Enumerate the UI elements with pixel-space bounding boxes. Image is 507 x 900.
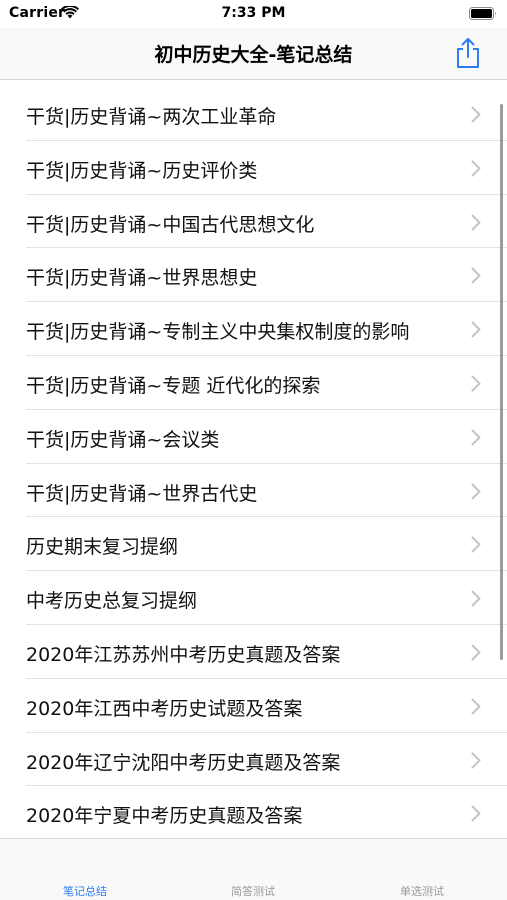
list-item[interactable]: 历史期末复习提纲 xyxy=(0,517,507,572)
chevron-right-icon xyxy=(471,752,481,769)
chevron-right-icon xyxy=(471,483,481,500)
chevron-right-icon xyxy=(471,267,481,284)
battery-icon xyxy=(469,7,496,20)
app-screen: Carrier 7:33 PM 初中历史大全-笔记总结 干货|历史背诵~两次工业… xyxy=(0,0,507,900)
list-item-label: 干货|历史背诵~专制主义中央集权制度的影响 xyxy=(26,321,410,344)
list-item[interactable]: 干货|历史背诵~专制主义中央集权制度的影响 xyxy=(0,302,507,356)
share-button[interactable] xyxy=(453,36,483,70)
navigation-bar: 初中历史大全-笔记总结 xyxy=(0,28,507,80)
list-item-label: 2020年江西中考历史试题及答案 xyxy=(26,697,303,720)
list-item-label: 干货|历史背诵~专题 近代化的探索 xyxy=(26,374,321,397)
chevron-right-icon xyxy=(471,106,481,123)
chevron-right-icon xyxy=(471,375,481,392)
list-item-label: 干货|历史背诵~会议类 xyxy=(26,428,220,451)
notes-list[interactable]: 干货|历史背诵~两次工业革命 干货|历史背诵~历史评价类 干货|历史背诵~中国古… xyxy=(0,87,507,838)
share-icon xyxy=(457,38,479,68)
list-item[interactable]: 2020年宁夏中考历史真题及答案 xyxy=(0,786,507,838)
tab-single-choice-test[interactable]: 单选测试 xyxy=(362,883,482,899)
list-item[interactable]: 干货|历史背诵~会议类 xyxy=(0,410,507,464)
list-item[interactable]: 干货|历史背诵~历史评价类 xyxy=(0,141,507,195)
list-item-label: 干货|历史背诵~世界思想史 xyxy=(26,267,258,290)
scroll-indicator[interactable] xyxy=(500,104,503,660)
list-item-label: 历史期末复习提纲 xyxy=(26,536,179,559)
chevron-right-icon xyxy=(471,590,481,607)
list-item-label: 干货|历史背诵~两次工业革命 xyxy=(26,106,277,128)
list-item[interactable]: 干货|历史背诵~两次工业革命 xyxy=(0,87,507,141)
tab-bar: 笔记总结 简答测试 单选测试 xyxy=(0,838,507,900)
list-item-label: 干货|历史背诵~世界古代史 xyxy=(26,482,258,505)
chevron-right-icon xyxy=(471,805,481,822)
list-item[interactable]: 2020年江苏苏州中考历史真题及答案 xyxy=(0,625,507,679)
chevron-right-icon xyxy=(471,698,481,715)
chevron-right-icon xyxy=(471,429,481,446)
list-item[interactable]: 2020年江西中考历史试题及答案 xyxy=(0,679,507,733)
list-item-label: 2020年江苏苏州中考历史真题及答案 xyxy=(26,643,341,666)
chevron-right-icon xyxy=(471,321,481,338)
tab-short-answer-test[interactable]: 简答测试 xyxy=(193,883,313,899)
list-item[interactable]: 干货|历史背诵~世界古代史 xyxy=(0,464,507,518)
chevron-right-icon xyxy=(471,214,481,231)
chevron-right-icon xyxy=(471,160,481,177)
chevron-right-icon xyxy=(471,644,481,661)
page-title: 初中历史大全-笔记总结 xyxy=(154,44,353,66)
status-bar: Carrier 7:33 PM xyxy=(0,0,507,28)
tab-notes-summary[interactable]: 笔记总结 xyxy=(25,883,145,899)
list-item-label: 2020年宁夏中考历史真题及答案 xyxy=(26,805,303,828)
list-item[interactable]: 干货|历史背诵~世界思想史 xyxy=(0,248,507,303)
list-item[interactable]: 干货|历史背诵~中国古代思想文化 xyxy=(0,195,507,249)
list-item-label: 干货|历史背诵~中国古代思想文化 xyxy=(26,213,315,236)
list-item-label: 中考历史总复习提纲 xyxy=(26,590,198,613)
list-item-label: 2020年辽宁沈阳中考历史真题及答案 xyxy=(26,751,341,774)
list-item[interactable]: 中考历史总复习提纲 xyxy=(0,571,507,625)
status-time: 7:33 PM xyxy=(221,5,286,21)
chevron-right-icon xyxy=(471,536,481,553)
list-item[interactable]: 2020年辽宁沈阳中考历史真题及答案 xyxy=(0,733,507,787)
list-item[interactable]: 干货|历史背诵~专题 近代化的探索 xyxy=(0,356,507,410)
list-item-label: 干货|历史背诵~历史评价类 xyxy=(26,159,258,182)
